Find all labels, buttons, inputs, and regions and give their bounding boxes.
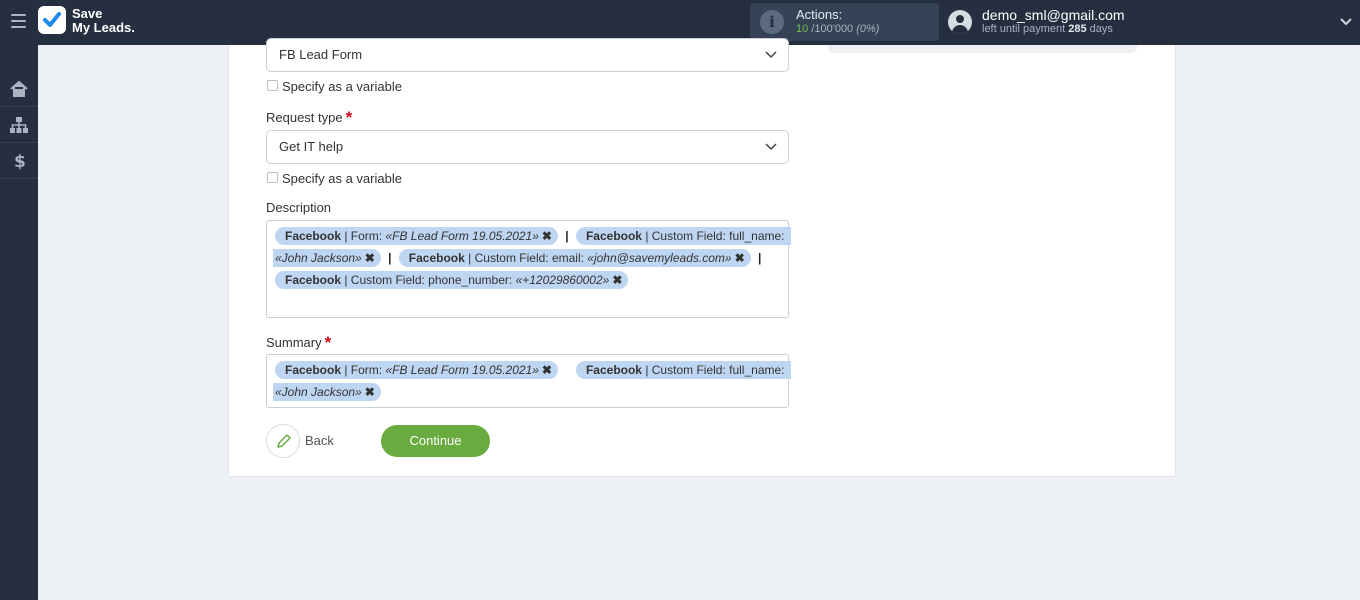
remove-tag-icon[interactable]: ✖ [542, 363, 552, 377]
separator: | [388, 251, 392, 265]
tag-full-name-value[interactable]: «John Jackson» ✖ [273, 383, 381, 401]
remove-tag-icon[interactable]: ✖ [365, 251, 375, 265]
tag-full-name-value[interactable]: «John Jackson» ✖ [273, 249, 381, 267]
sidebar-item-connections[interactable] [0, 107, 38, 143]
checkmark-logo-icon[interactable] [38, 6, 66, 34]
required-mark: * [324, 333, 332, 352]
logo-line-2: My Leads. [72, 20, 135, 35]
tag-phone-number[interactable]: Facebook | Custom Field: phone_number: «… [275, 271, 629, 289]
home-icon [10, 80, 28, 97]
actions-label: Actions: [796, 7, 843, 22]
chevron-down-icon[interactable] [1340, 15, 1352, 27]
separator: | [757, 251, 762, 265]
remove-tag-icon[interactable]: ✖ [365, 385, 375, 399]
user-email[interactable]: demo_sml@gmail.com [982, 7, 1125, 23]
tag-full-name[interactable]: Facebook | Custom Field: full_name: [575, 361, 791, 379]
sitemap-icon [10, 117, 28, 133]
side-panel-edge [828, 45, 1137, 53]
tag-form[interactable]: Facebook | Form: «FB Lead Form 19.05.202… [275, 227, 558, 245]
sidebar: $ [0, 45, 38, 600]
request-type-select[interactable]: Get IT help [266, 130, 789, 164]
summary-line-2: «John Jackson» ✖ [273, 383, 381, 401]
payment-prefix: left until payment [982, 23, 1066, 35]
form-select-value: FB Lead Form [279, 47, 363, 62]
request-type-value: Get IT help [279, 139, 344, 154]
payment-suffix: days [1089, 23, 1113, 35]
actions-percent: (0%) [856, 23, 880, 35]
tag-form[interactable]: Facebook | Form: «FB Lead Form 19.05.202… [275, 361, 558, 379]
back-label[interactable]: Back [305, 433, 334, 448]
variable-checkbox-2[interactable] [267, 172, 278, 183]
request-type-label: Request type * [266, 107, 352, 127]
hamburger-icon[interactable] [11, 14, 26, 28]
sidebar-item-billing[interactable]: $ [0, 143, 38, 179]
tag-email[interactable]: Facebook | Custom Field: email: «john@sa… [398, 249, 751, 267]
pencil-icon [277, 434, 291, 448]
remove-tag-icon[interactable]: ✖ [735, 251, 745, 265]
sidebar-item-home[interactable] [0, 71, 38, 107]
summary-field[interactable]: Facebook | Form: «FB Lead Form 19.05.202… [266, 354, 791, 408]
user-avatar-icon[interactable] [948, 10, 972, 34]
description-line-3: Facebook | Custom Field: phone_number: «… [275, 271, 629, 289]
chevron-down-icon [765, 51, 777, 59]
svg-text:$: $ [14, 152, 26, 171]
actions-used: 10 [796, 23, 809, 35]
remove-tag-icon[interactable]: ✖ [612, 273, 622, 287]
info-icon[interactable]: i [760, 10, 784, 34]
dollar-icon: $ [14, 152, 26, 171]
tag-full-name[interactable]: Facebook | Custom Field: full_name: [575, 227, 791, 245]
required-mark: * [345, 108, 353, 127]
payment-status: left until payment 285 days [982, 23, 1113, 35]
description-line-2: «John Jackson» ✖ | Facebook | Custom Field:… [273, 249, 769, 267]
description-label: Description [266, 200, 332, 215]
actions-count: 10 /100'000 (0%) [796, 23, 879, 35]
separator [558, 361, 576, 379]
description-line-1: Facebook | Form: «FB Lead Form 19.05.202… [275, 227, 791, 245]
logo-line-1: Save [72, 6, 103, 21]
actions-counter: i Actions: 10 /100'000 (0%) [750, 3, 939, 41]
variable-label-1: Specify as a variable [282, 79, 402, 94]
description-field[interactable]: Facebook | Form: «FB Lead Form 19.05.202… [266, 220, 791, 318]
separator: | [565, 229, 569, 243]
continue-button[interactable]: Continue [381, 425, 490, 457]
back-button[interactable] [266, 424, 300, 458]
summary-line-1: Facebook | Form: «FB Lead Form 19.05.202… [275, 361, 791, 379]
summary-label-text: Summary [266, 335, 322, 350]
variable-label-2: Specify as a variable [282, 171, 402, 186]
request-type-label-text: Request type [266, 110, 343, 125]
logo-text[interactable]: Save My Leads. [72, 7, 135, 35]
chevron-down-icon [765, 143, 777, 151]
variable-checkbox-1[interactable] [267, 80, 278, 91]
payment-days: 285 [1068, 23, 1087, 35]
form-select[interactable]: FB Lead Form [266, 38, 789, 72]
summary-label: Summary * [266, 332, 331, 352]
actions-total: /100'000 [811, 23, 854, 35]
remove-tag-icon[interactable]: ✖ [542, 229, 552, 243]
